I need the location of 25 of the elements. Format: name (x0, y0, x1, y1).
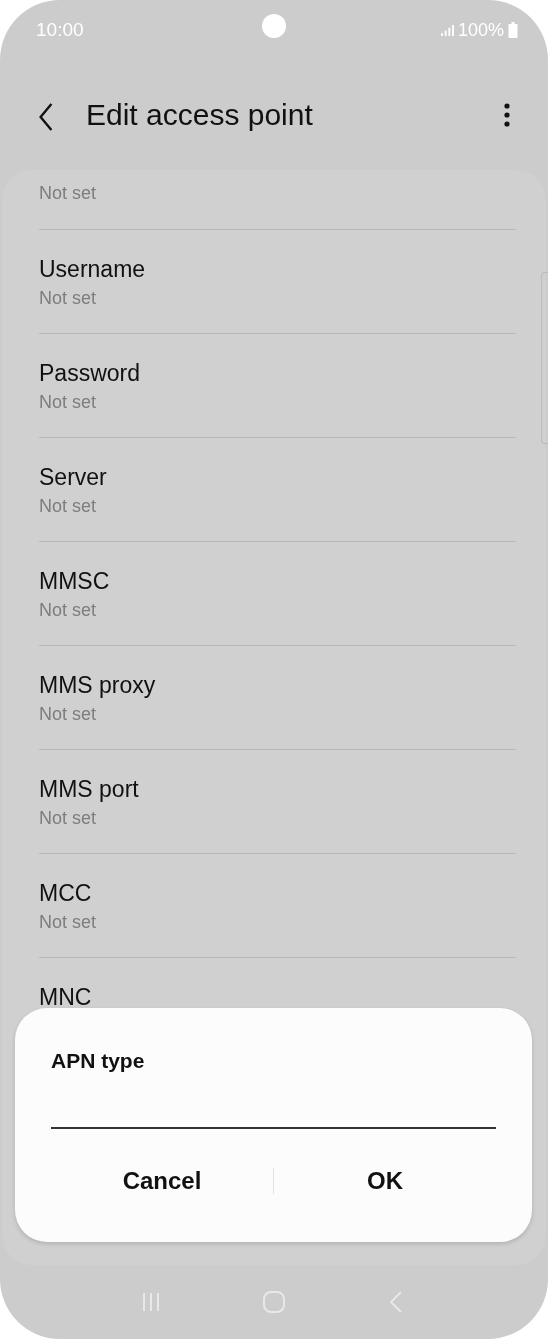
setting-value: Not set (39, 911, 98, 933)
signal-icon (440, 24, 454, 36)
setting-label[interactable]: MMSC (39, 570, 516, 593)
camera-dot (262, 14, 286, 38)
setting-label[interactable]: Password (39, 362, 516, 385)
more-options-icon[interactable] (504, 103, 510, 127)
setting-label[interactable]: MMS proxy (39, 674, 516, 697)
setting-value: Not set (39, 599, 98, 621)
battery-icon (508, 22, 518, 38)
back-icon[interactable] (38, 103, 54, 131)
setting-value: Not set (39, 287, 98, 309)
setting-value: Not set (39, 495, 98, 517)
setting-label[interactable]: MNC (39, 986, 516, 1009)
setting-label[interactable]: MCC (39, 882, 516, 905)
setting-label[interactable]: Server (39, 466, 516, 489)
cancel-button[interactable]: Cancel (51, 1157, 273, 1205)
setting-value: Not set (39, 703, 98, 725)
setting-label[interactable]: MMS port (39, 778, 516, 801)
dialog-title: APN type (51, 1049, 146, 1073)
page-title: Edit access point (86, 98, 313, 132)
setting-value: Not set (39, 391, 98, 413)
setting-value: Not set (39, 182, 98, 204)
setting-value: Not set (39, 807, 98, 829)
setting-label[interactable]: Username (39, 258, 516, 281)
ok-button[interactable]: OK (274, 1157, 496, 1205)
